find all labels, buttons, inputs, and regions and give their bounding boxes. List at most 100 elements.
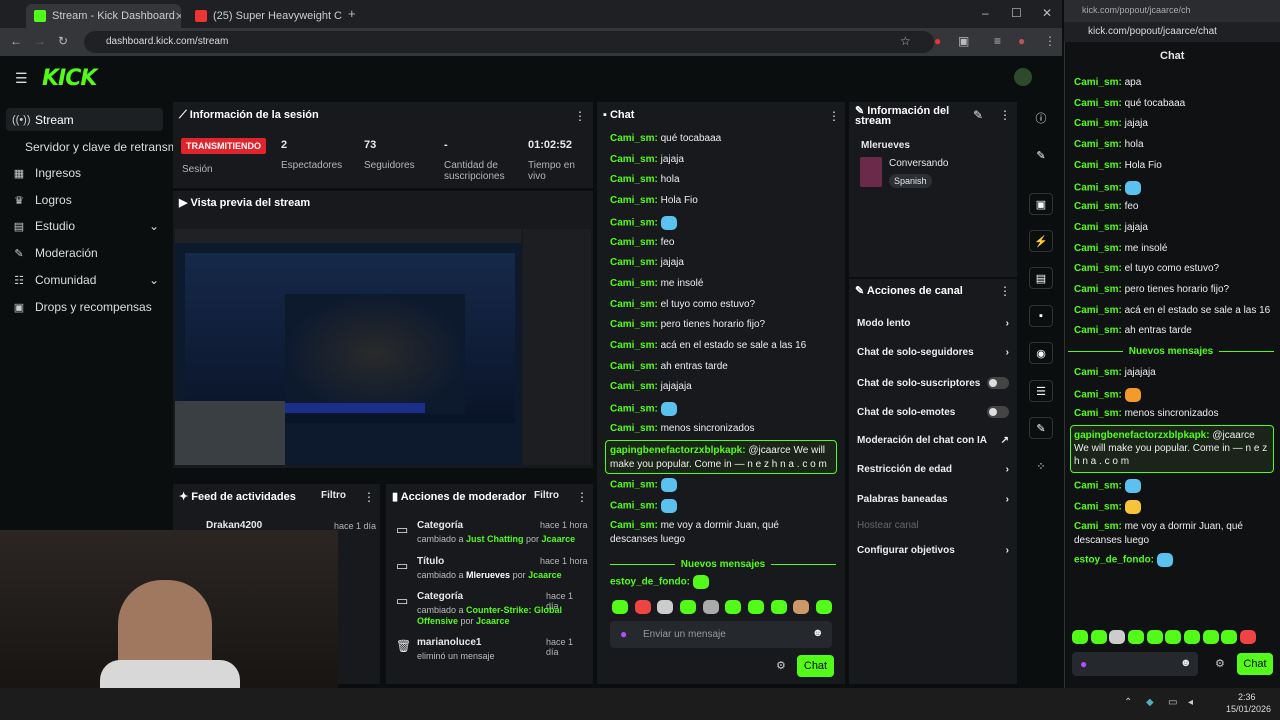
tab-kick-dashboard[interactable]: Stream - Kick Dashboard ✕ [26, 4, 181, 28]
emote-icon[interactable] [702, 600, 719, 614]
emote-icon[interactable] [1239, 630, 1256, 644]
emote-icon[interactable] [1127, 630, 1144, 644]
chat-message: Cami_sm: acá en el estado se sale a las … [1074, 304, 1271, 316]
popout-new-messages-divider: Nuevos mensajes [1068, 346, 1274, 357]
url-field[interactable]: dashboard.kick.com/stream [84, 31, 934, 53]
toggle-switch[interactable] [987, 377, 1009, 389]
microphone-icon[interactable]: ● [620, 627, 627, 641]
more-icon[interactable]: ⋮ [999, 108, 1011, 122]
emote-icon[interactable] [793, 600, 810, 614]
taskbar-time: 2:36 [1238, 692, 1256, 702]
menu-kebab-icon[interactable]: ⋮ [1044, 34, 1056, 48]
tab-youtube[interactable]: (25) Super Heavyweight Co✕ [187, 4, 342, 28]
emote-icon[interactable] [1183, 630, 1200, 644]
more-icon[interactable]: ⋮ [574, 109, 586, 123]
popout-chat-input[interactable]: ● ☻ [1072, 652, 1198, 676]
more-icon[interactable]: ⋮ [576, 490, 588, 504]
emote-icon[interactable] [1165, 630, 1182, 644]
emote-icon[interactable] [612, 600, 628, 614]
media-icon[interactable]: ≡ [994, 34, 1001, 48]
minimize-icon[interactable]: – [982, 6, 989, 20]
emote-icon[interactable] [815, 600, 832, 614]
action-slow-mode[interactable]: Modo lento › [857, 318, 1009, 329]
more-icon[interactable]: ⋮ [828, 109, 840, 123]
edit-icon[interactable]: ✎ [1029, 144, 1053, 166]
layout-icon[interactable]: ☰ [1029, 380, 1053, 402]
network-icon[interactable]: ▭ [1168, 697, 1177, 708]
emote-icon[interactable] [725, 600, 742, 614]
wrench-icon[interactable]: ✎ [1029, 417, 1053, 439]
popout-url-field[interactable]: kick.com/popout/jcaarce/chat [1064, 22, 1280, 42]
lightning-icon[interactable]: ⚡ [1029, 230, 1053, 252]
profile-avatar-icon[interactable]: ● [1018, 34, 1025, 48]
more-icon[interactable]: ⋮ [363, 490, 375, 504]
emote-icon[interactable] [770, 600, 787, 614]
popout-send-button[interactable]: Chat [1237, 653, 1273, 675]
emote-icon[interactable] [1221, 630, 1238, 644]
sidebar-item-stream[interactable]: ((•)) Stream [12, 113, 74, 127]
apps-icon[interactable]: ⁘ [1029, 455, 1053, 477]
chat-input-box[interactable]: ● Enviar un mensaje ☻ [610, 621, 832, 648]
chat-icon[interactable]: ▪ [1029, 305, 1053, 327]
close-tab-icon[interactable]: ✕ [175, 10, 181, 23]
sidebar-item-server-key[interactable]: Servidor y clave de retransm [25, 140, 178, 154]
emote-icon[interactable] [1072, 630, 1088, 644]
new-tab-icon[interactable]: + [348, 6, 356, 21]
forward-icon[interactable]: → [34, 34, 46, 48]
action-ai-moderation[interactable]: Moderación del chat con IA ↗ [857, 435, 1009, 446]
emote-icon[interactable] [1109, 630, 1126, 644]
emoji-icon[interactable]: ☻ [1180, 657, 1192, 669]
sidebar-item-moderacion[interactable]: ✎ Moderación [12, 246, 97, 260]
action-goals[interactable]: Configurar objetivos › [857, 545, 1009, 556]
sidebar-item-estudio[interactable]: ▤ Estudio ⌄ [12, 219, 159, 233]
extension-icon[interactable]: ● [934, 34, 941, 48]
emote-icon[interactable] [679, 600, 696, 614]
kick-logo[interactable]: KICK [42, 66, 97, 91]
emote-icon[interactable] [1146, 630, 1163, 644]
edit-pencil-icon[interactable]: ✎ [973, 108, 983, 122]
stat-subs-label: Cantidad de suscripciones [444, 160, 505, 182]
close-window-icon[interactable]: ✕ [1042, 6, 1052, 20]
microphone-icon[interactable]: ● [1080, 657, 1087, 671]
user-avatar[interactable] [1014, 68, 1032, 86]
mod-filter-button[interactable]: Filtro [534, 490, 559, 501]
more-icon[interactable]: ⋮ [999, 284, 1011, 298]
emoji-icon[interactable]: ☻ [812, 627, 824, 639]
emote-icon[interactable] [747, 600, 764, 614]
emote-icon[interactable] [1090, 630, 1107, 644]
emote-icon[interactable] [657, 600, 674, 614]
sidebar-item-logros[interactable]: ♛ Logros [12, 193, 72, 207]
volume-icon[interactable]: ◂ [1188, 697, 1193, 708]
action-age-restriction[interactable]: Restricción de edad › [857, 464, 1009, 475]
bookmark-star-icon[interactable]: ☆ [900, 34, 911, 48]
chevron-right-icon: › [1005, 464, 1009, 475]
action-banned-words[interactable]: Palabras baneadas › [857, 494, 1009, 505]
maximize-icon[interactable]: ☐ [1011, 6, 1022, 20]
activity-filter-button[interactable]: Filtro [321, 490, 346, 501]
screen-icon[interactable]: ▣ [1029, 193, 1053, 215]
toggle-switch[interactable] [987, 406, 1009, 418]
sidebar-item-drops[interactable]: ▣ Drops y recompensas [12, 300, 152, 314]
broadcast-icon[interactable]: ◉ [1029, 342, 1053, 364]
tray-up-icon[interactable]: ⌃ [1124, 697, 1132, 708]
document-icon[interactable]: ▤ [1029, 267, 1053, 289]
chat-send-button[interactable]: Chat [797, 655, 834, 677]
action-emotes-only[interactable]: Chat de solo-emotes [857, 406, 1009, 418]
back-icon[interactable]: ← [10, 34, 22, 48]
chat-message: Cami_sm: Hola Fio [610, 195, 698, 207]
sidebar-item-comunidad[interactable]: ☷ Comunidad ⌄ [12, 273, 159, 287]
action-subscribers-only[interactable]: Chat de solo-suscriptores [857, 377, 1009, 389]
chat-title: ▪ Chat [603, 109, 635, 121]
emote-icon[interactable] [1202, 630, 1219, 644]
stream-preview-video[interactable] [175, 229, 521, 465]
sidebar-item-ingresos[interactable]: ▦ Ingresos [12, 166, 81, 180]
emote-icon[interactable] [634, 600, 651, 614]
extensions-puzzle-icon[interactable]: ▣ [958, 34, 969, 48]
tray-app-icon[interactable]: ◆ [1146, 697, 1154, 708]
settings-gear-icon[interactable]: ⚙ [776, 659, 786, 672]
settings-gear-icon[interactable]: ⚙ [1215, 657, 1225, 670]
action-followers-only[interactable]: Chat de solo-seguidores › [857, 347, 1009, 358]
reload-icon[interactable]: ↻ [58, 34, 68, 48]
info-icon[interactable]: ⓘ [1029, 107, 1053, 129]
hamburger-menu-icon[interactable]: ☰ [15, 70, 28, 87]
